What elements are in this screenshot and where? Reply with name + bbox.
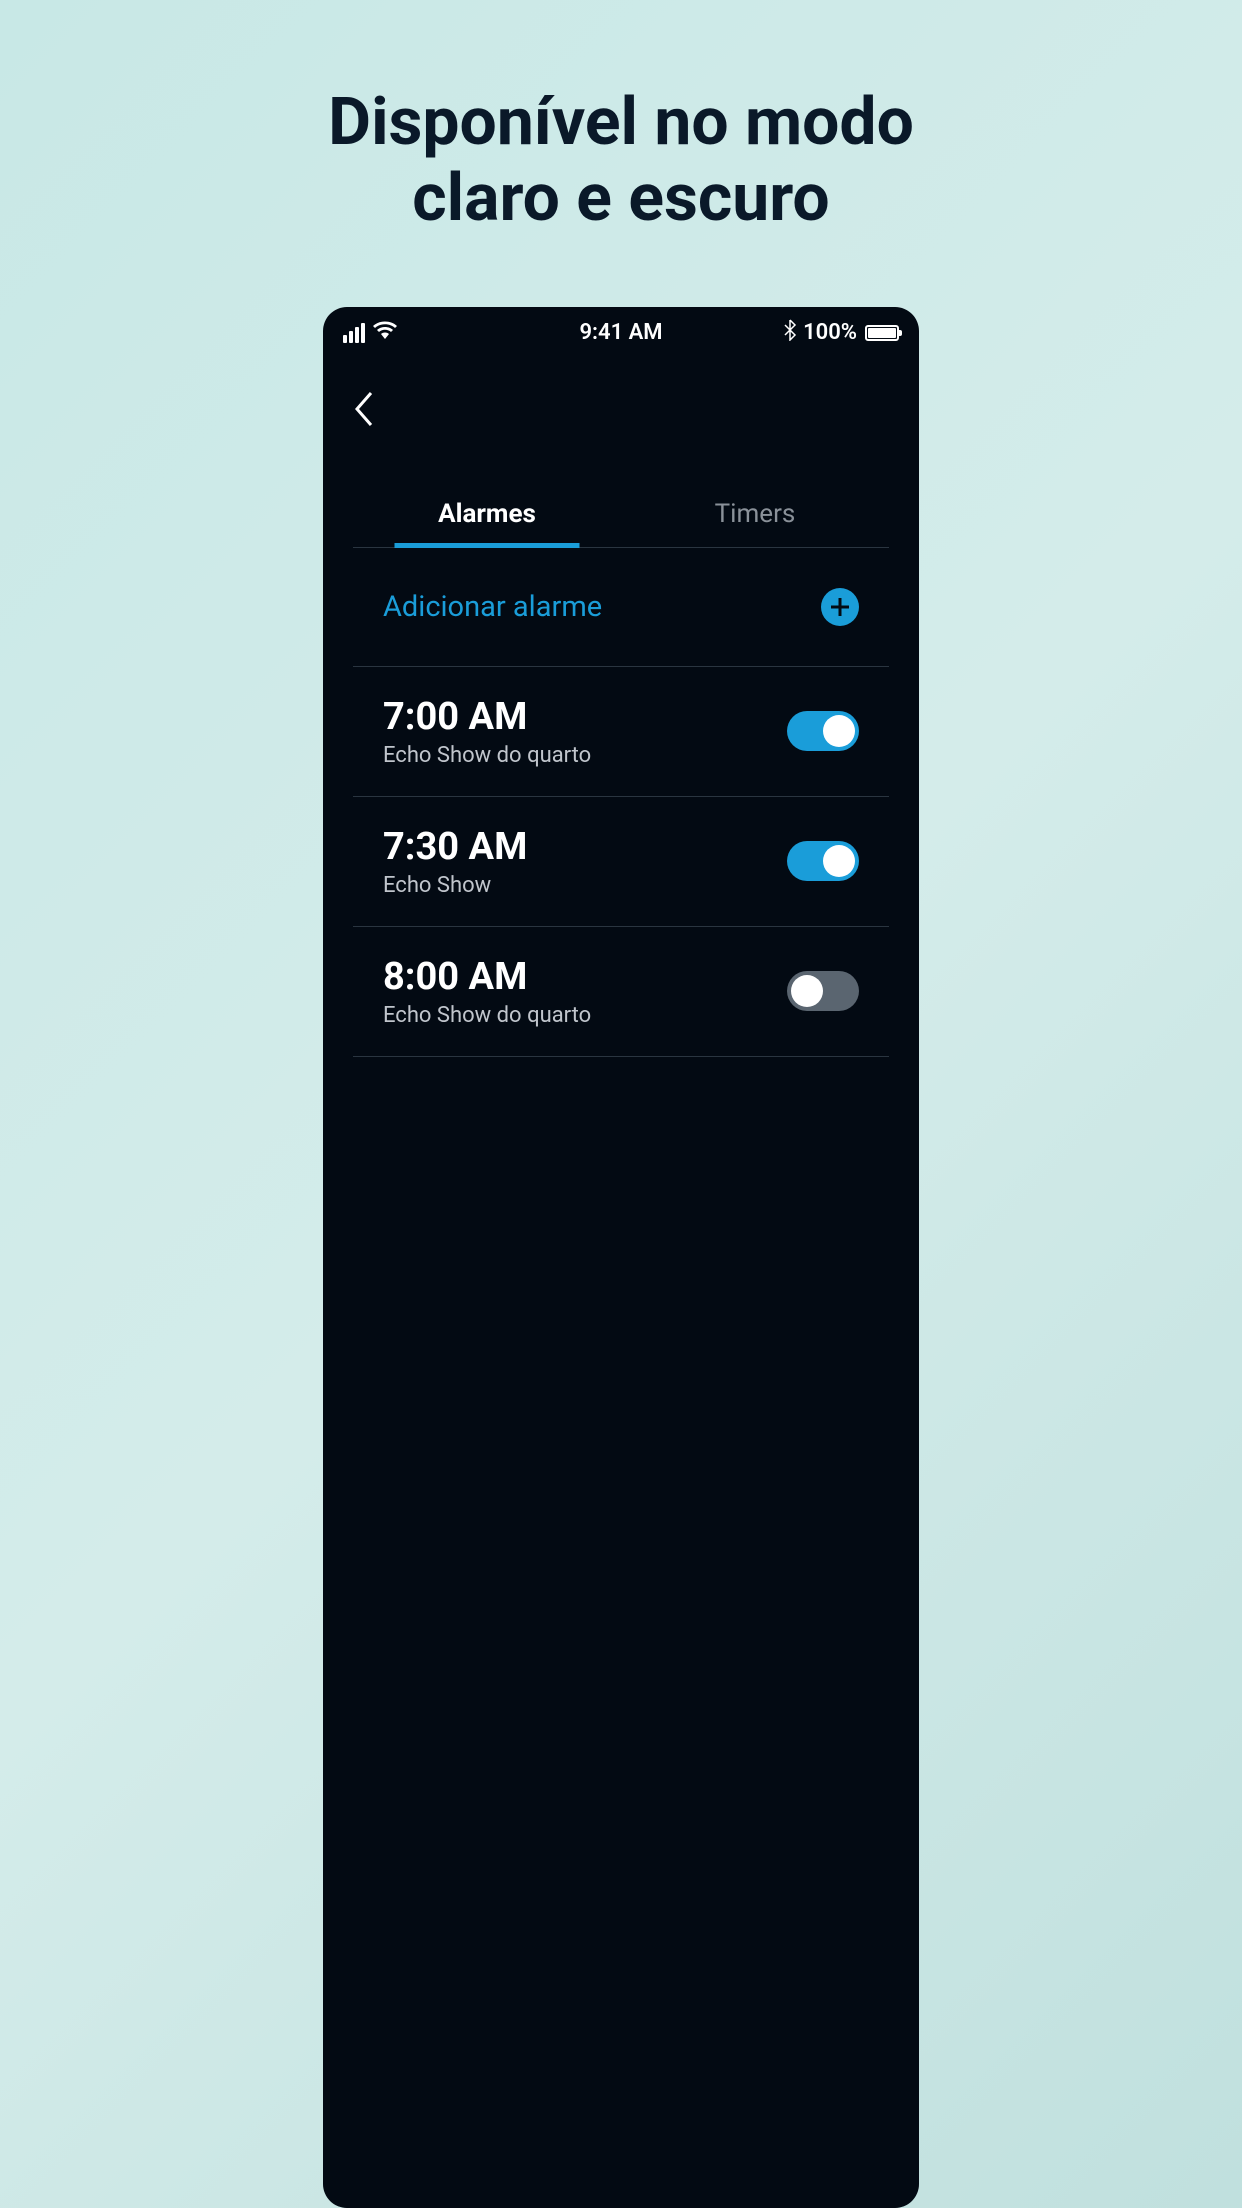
tabs-container: Alarmes Timers [353, 481, 889, 548]
battery-percent: 100% [803, 320, 857, 345]
alarm-toggle[interactable] [787, 841, 859, 881]
alarm-info: 7:30 AM Echo Show [383, 825, 527, 898]
battery-icon [865, 325, 899, 341]
tab-alarms[interactable]: Alarmes [353, 481, 621, 547]
back-button[interactable] [323, 359, 919, 451]
toggle-knob [791, 975, 823, 1007]
bluetooth-icon [783, 319, 797, 347]
promo-title: Disponível no modo claro e escuro [328, 85, 914, 237]
alarm-info: 8:00 AM Echo Show do quarto [383, 955, 591, 1028]
promo-title-line1: Disponível no modo [328, 84, 914, 161]
alarm-device: Echo Show do quarto [383, 1003, 591, 1028]
alarm-row[interactable]: 7:00 AM Echo Show do quarto [353, 667, 889, 797]
alarm-time: 8:00 AM [383, 955, 591, 999]
toggle-knob [823, 715, 855, 747]
phone-frame: 9:41 AM 100% Alarmes Timers Adicionar [323, 307, 919, 2208]
alarm-device: Echo Show do quarto [383, 743, 591, 768]
toggle-knob [823, 845, 855, 877]
status-bar: 9:41 AM 100% [323, 307, 919, 359]
tab-timers-label: Timers [715, 499, 796, 529]
cellular-signal-icon [343, 323, 365, 343]
alarm-time: 7:30 AM [383, 825, 527, 869]
tab-alarms-label: Alarmes [438, 499, 536, 529]
plus-icon [821, 588, 859, 626]
alarm-info: 7:00 AM Echo Show do quarto [383, 695, 591, 768]
alarm-toggle[interactable] [787, 711, 859, 751]
tab-timers[interactable]: Timers [621, 481, 889, 547]
alarm-toggle[interactable] [787, 971, 859, 1011]
add-alarm-label: Adicionar alarme [383, 590, 602, 624]
alarm-row[interactable]: 7:30 AM Echo Show [353, 797, 889, 927]
alarm-device: Echo Show [383, 873, 527, 898]
alarm-time: 7:00 AM [383, 695, 591, 739]
status-right: 100% [783, 319, 899, 347]
status-left [343, 320, 397, 345]
wifi-icon [373, 320, 397, 345]
alarm-row[interactable]: 8:00 AM Echo Show do quarto [353, 927, 889, 1057]
promo-title-line2: claro e escuro [412, 160, 829, 237]
status-time: 9:41 AM [579, 320, 662, 345]
add-alarm-button[interactable]: Adicionar alarme [353, 548, 889, 667]
